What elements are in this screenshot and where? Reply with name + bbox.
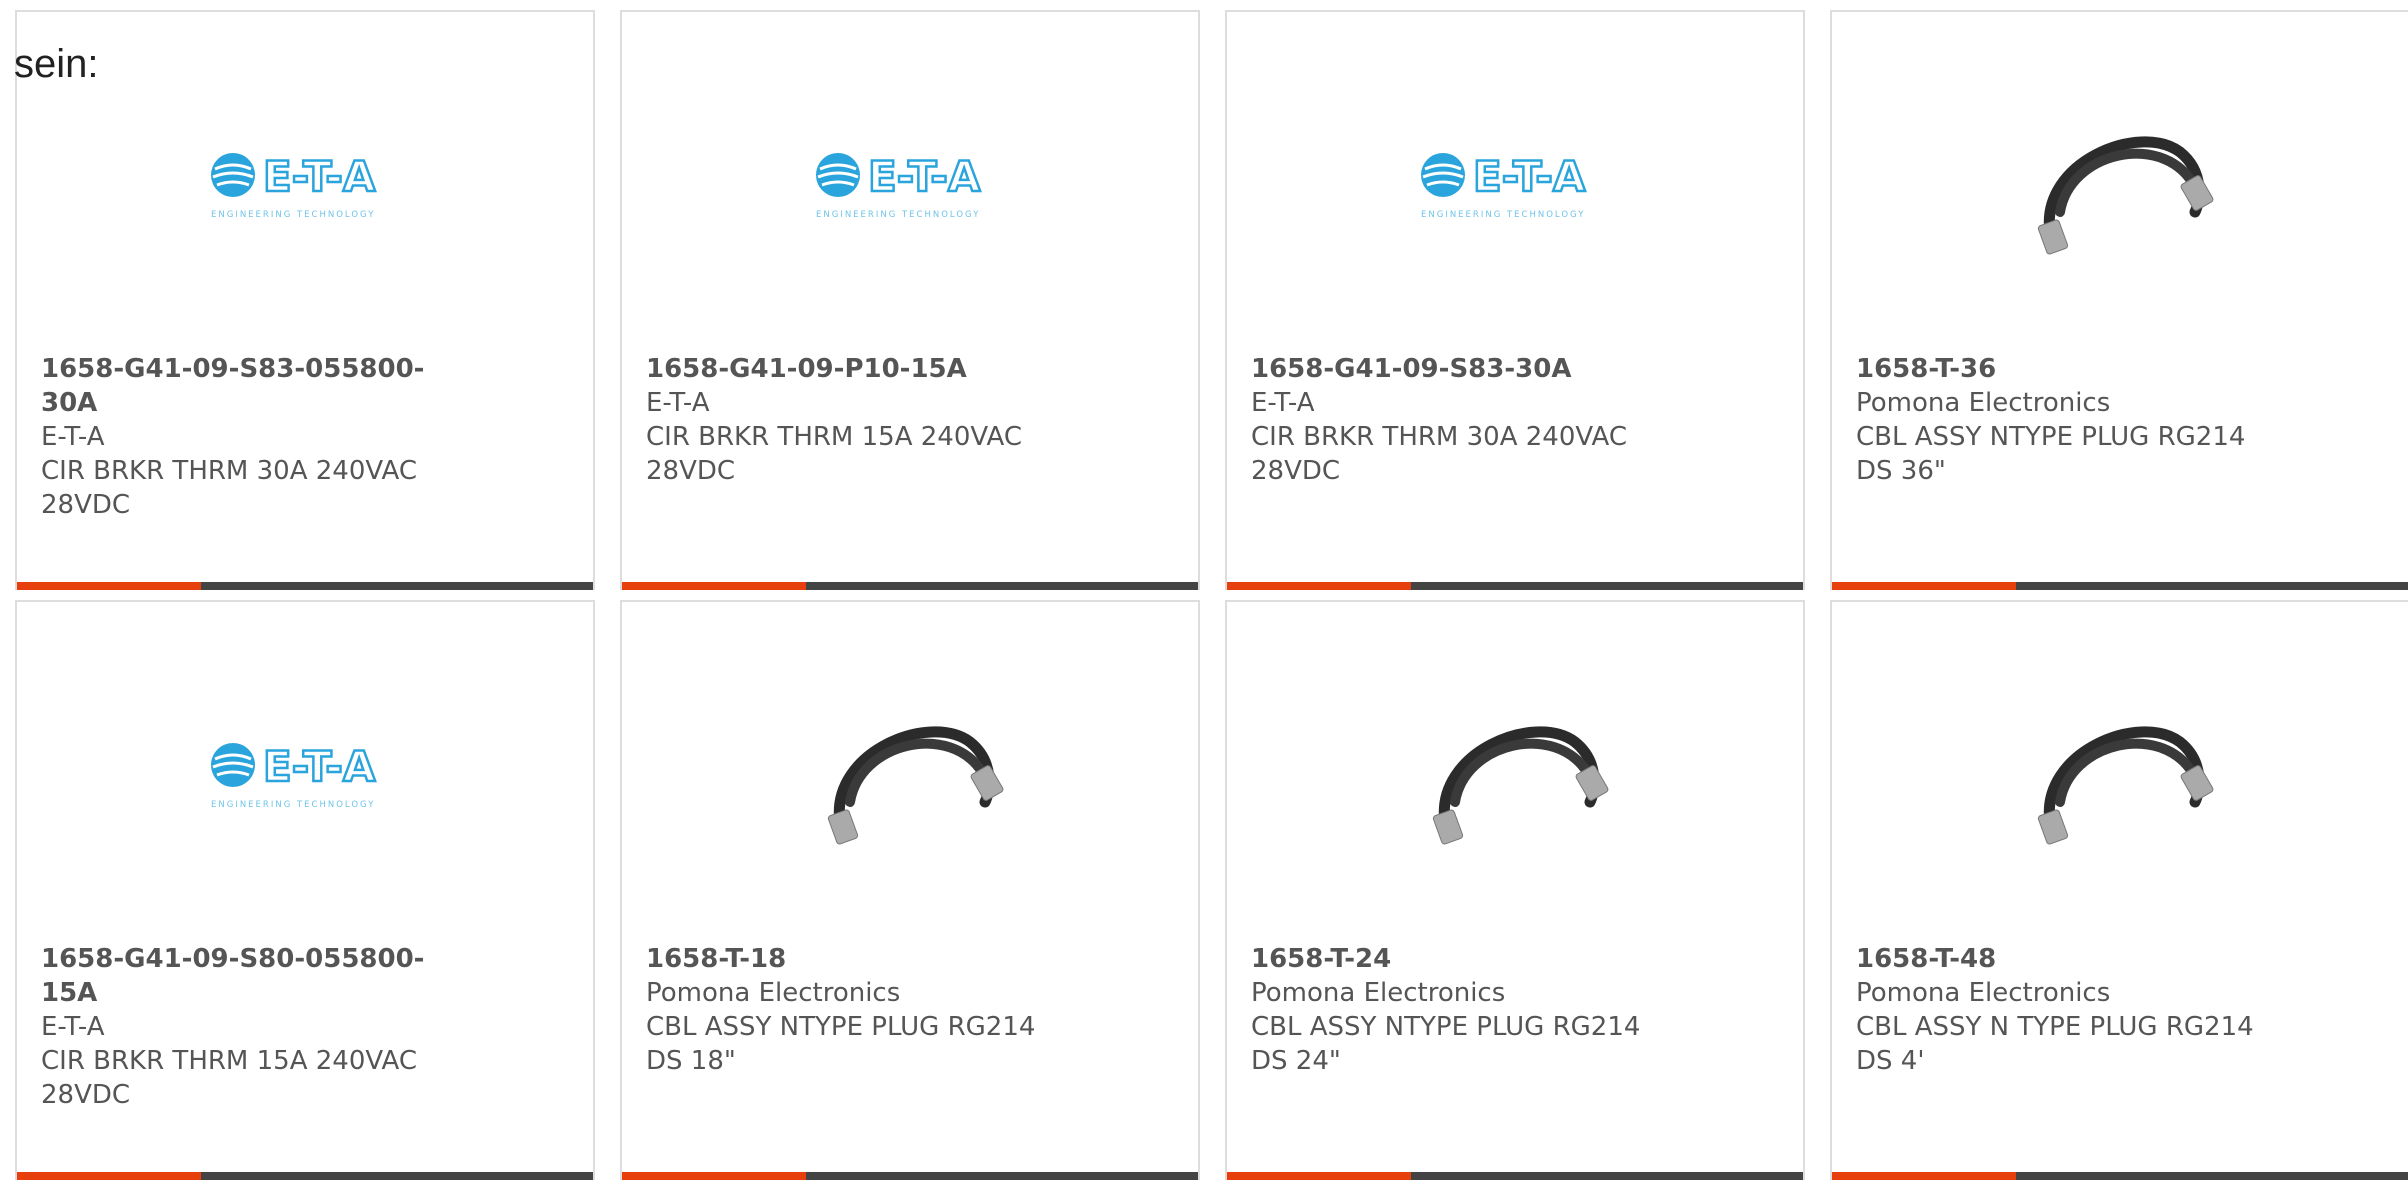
product-card[interactable]: E-T-A ENGINEERING TECHNOLOGY 1658-G41-09-… [620, 10, 1200, 590]
product-image[interactable]: E-T-A ENGINEERING TECHNOLOGY [1227, 82, 1803, 282]
product-card[interactable]: E-T-A ENGINEERING TECHNOLOGY 1658-G41-09-… [15, 600, 595, 1180]
manufacturer: E-T-A [1251, 388, 1315, 418]
product-info: 1658-T-36 Pomona Electronics CBL ASSY NT… [1856, 352, 2286, 488]
part-number[interactable]: 1658-G41-09-S80-055800-15A [41, 942, 471, 1010]
product-info: 1658-G41-09-S83-055800-30A E-T-A CIR BRK… [41, 352, 471, 522]
product-info: 1658-T-24 Pomona Electronics CBL ASSY NT… [1251, 942, 1681, 1078]
description: CIR BRKR THRM 15A 240VAC 28VDC [41, 1046, 417, 1110]
cable-photo-icon [827, 726, 1004, 845]
eta-wordmark: E-T-A [263, 152, 376, 201]
description: CIR BRKR THRM 30A 240VAC 28VDC [41, 456, 417, 520]
part-number[interactable]: 1658-G41-09-P10-15A [646, 352, 1076, 386]
manufacturer: E-T-A [41, 1012, 105, 1042]
product-image[interactable] [1227, 672, 1803, 872]
description: CIR BRKR THRM 30A 240VAC 28VDC [1251, 422, 1627, 486]
manufacturer: Pomona Electronics [1856, 388, 2111, 418]
product-card[interactable]: E-T-A ENGINEERING TECHNOLOGY 1658-G41-09-… [1225, 10, 1805, 590]
eta-tagline: ENGINEERING TECHNOLOGY [816, 210, 980, 220]
description: CBL ASSY NTYPE PLUG RG214 DS 36" [1856, 422, 2246, 486]
cable-photo-icon [2037, 726, 2214, 845]
manufacturer: Pomona Electronics [1251, 978, 1506, 1008]
card-accent-bar [622, 582, 1198, 590]
product-image[interactable] [1832, 672, 2408, 872]
card-accent-bar [1227, 1172, 1803, 1180]
eta-wordmark: E-T-A [263, 742, 376, 791]
product-card[interactable]: 1658-T-36 Pomona Electronics CBL ASSY NT… [1830, 10, 2408, 590]
part-number[interactable]: 1658-G41-09-S83-30A [1251, 352, 1681, 386]
product-card[interactable]: 1658-T-24 Pomona Electronics CBL ASSY NT… [1225, 600, 1805, 1180]
part-number[interactable]: 1658-T-36 [1856, 352, 2286, 386]
section-heading: sein: [14, 42, 99, 86]
card-accent-bar [1832, 582, 2408, 590]
eta-tagline: ENGINEERING TECHNOLOGY [1421, 210, 1585, 220]
product-info: 1658-G41-09-P10-15A E-T-A CIR BRKR THRM … [646, 352, 1076, 488]
card-accent-bar [622, 1172, 1198, 1180]
product-image[interactable]: E-T-A ENGINEERING TECHNOLOGY [17, 82, 593, 282]
product-info: 1658-T-48 Pomona Electronics CBL ASSY N … [1856, 942, 2286, 1078]
description: CBL ASSY N TYPE PLUG RG214 DS 4' [1856, 1012, 2254, 1076]
product-info: 1658-G41-09-S80-055800-15A E-T-A CIR BRK… [41, 942, 471, 1112]
eta-wordmark: E-T-A [1473, 152, 1586, 201]
part-number[interactable]: 1658-T-18 [646, 942, 1076, 976]
eta-logo-icon: E-T-A ENGINEERING TECHNOLOGY [816, 151, 982, 220]
product-image[interactable]: E-T-A ENGINEERING TECHNOLOGY [17, 672, 593, 872]
eta-logo-icon: E-T-A ENGINEERING TECHNOLOGY [211, 151, 377, 220]
manufacturer: E-T-A [646, 388, 710, 418]
eta-wordmark: E-T-A [868, 152, 981, 201]
eta-tagline: ENGINEERING TECHNOLOGY [211, 800, 375, 810]
product-image[interactable]: E-T-A ENGINEERING TECHNOLOGY [622, 82, 1198, 282]
product-image[interactable] [1832, 82, 2408, 282]
manufacturer: Pomona Electronics [646, 978, 901, 1008]
part-number[interactable]: 1658-T-48 [1856, 942, 2286, 976]
description: CIR BRKR THRM 15A 240VAC 28VDC [646, 422, 1022, 486]
product-card[interactable]: 1658-T-48 Pomona Electronics CBL ASSY N … [1830, 600, 2408, 1180]
product-image[interactable] [622, 672, 1198, 872]
description: CBL ASSY NTYPE PLUG RG214 DS 18" [646, 1012, 1036, 1076]
cable-photo-icon [1432, 726, 1609, 845]
part-number[interactable]: 1658-G41-09-S83-055800-30A [41, 352, 471, 420]
product-card[interactable]: 1658-T-18 Pomona Electronics CBL ASSY NT… [620, 600, 1200, 1180]
card-accent-bar [1832, 1172, 2408, 1180]
product-info: 1658-T-18 Pomona Electronics CBL ASSY NT… [646, 942, 1076, 1078]
eta-logo-icon: E-T-A ENGINEERING TECHNOLOGY [211, 741, 377, 810]
cable-photo-icon [2037, 136, 2214, 255]
part-number[interactable]: 1658-T-24 [1251, 942, 1681, 976]
eta-tagline: ENGINEERING TECHNOLOGY [211, 210, 375, 220]
card-accent-bar [17, 582, 593, 590]
description: CBL ASSY NTYPE PLUG RG214 DS 24" [1251, 1012, 1641, 1076]
eta-logo-icon: E-T-A ENGINEERING TECHNOLOGY [1421, 151, 1587, 220]
card-accent-bar [1227, 582, 1803, 590]
product-card[interactable]: E-T-A ENGINEERING TECHNOLOGY 1658-G41-09-… [15, 10, 595, 590]
product-info: 1658-G41-09-S83-30A E-T-A CIR BRKR THRM … [1251, 352, 1681, 488]
product-grid: E-T-A ENGINEERING TECHNOLOGY 1658-G41-09-… [15, 10, 2408, 1180]
card-accent-bar [17, 1172, 593, 1180]
manufacturer: Pomona Electronics [1856, 978, 2111, 1008]
manufacturer: E-T-A [41, 422, 105, 452]
